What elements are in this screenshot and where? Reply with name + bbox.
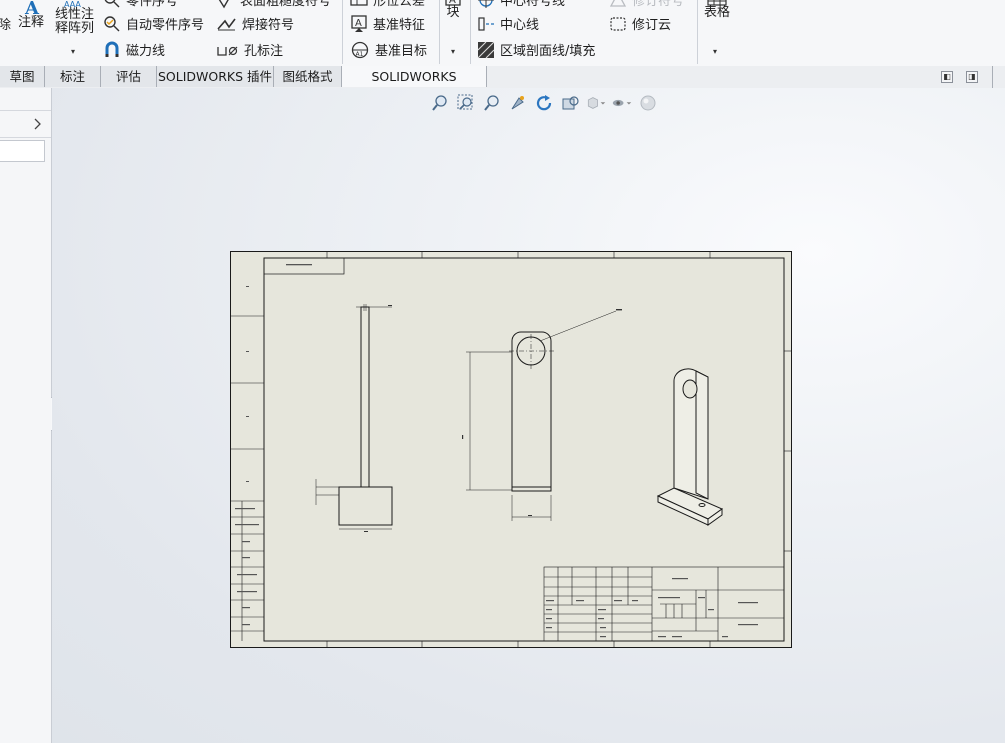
balloon-label: 零件序号	[126, 0, 179, 9]
view-orientation-icon[interactable]	[560, 93, 580, 113]
tables-button[interactable]: 表格	[704, 0, 730, 20]
appearance-icon[interactable]	[638, 93, 658, 113]
linear-pattern-dropdown[interactable]: ▾	[71, 47, 75, 56]
tab-solidworks-addins[interactable]: SOLIDWORKS 插件	[157, 66, 274, 87]
rotate-icon[interactable]	[534, 93, 554, 113]
svg-text:A1: A1	[356, 51, 364, 58]
magnetic-line-label: 磁力线	[126, 44, 166, 59]
block-dropdown[interactable]: ▾	[451, 47, 455, 56]
centerline-icon	[478, 16, 494, 31]
panel-expand-row[interactable]	[0, 111, 51, 138]
tables-label: 表格	[704, 5, 731, 20]
select-icon[interactable]	[508, 93, 528, 113]
hole-callout-icon	[217, 46, 238, 56]
zoom-to-fit-icon[interactable]	[430, 93, 450, 113]
balloon-button[interactable]: 零件序号	[103, 0, 178, 9]
linear-pattern-label-1: 线性注	[55, 7, 95, 22]
tab-sketch[interactable]: 草图	[0, 66, 45, 87]
auto-balloon-label: 自动零件序号	[126, 18, 205, 33]
tile-right-icon[interactable]: ◨	[966, 71, 978, 83]
balloon-icon	[104, 0, 120, 7]
weld-symbol-icon	[217, 18, 236, 30]
geometric-tolerance-button[interactable]: 形位公差	[350, 0, 425, 9]
partial-left-label: 除	[0, 14, 11, 33]
ribbon-partial-item[interactable]: 除	[0, 14, 11, 33]
chevron-right-icon[interactable]	[34, 118, 42, 130]
centerline-label: 中心线	[500, 18, 540, 33]
center-mark-label: 中心符号线	[500, 0, 566, 9]
svg-text:A: A	[355, 18, 362, 29]
magnetic-line-button[interactable]: 磁力线	[103, 40, 165, 59]
area-hatch-button[interactable]: 区域剖面线/填充	[477, 40, 595, 59]
display-style-icon[interactable]	[586, 93, 606, 113]
feature-manager-panel	[0, 88, 52, 743]
tab-solidworks-inspection[interactable]: SOLIDWORKS Inspection	[342, 66, 487, 105]
datum-target-button[interactable]: A1 基准目标	[350, 40, 427, 59]
geometric-tolerance-icon	[350, 0, 368, 6]
surface-finish-icon	[219, 0, 229, 8]
revision-symbol-icon	[609, 0, 627, 7]
panel-filter-field[interactable]	[0, 140, 45, 162]
panel-tab-row[interactable]	[0, 88, 51, 111]
revision-cloud-button[interactable]: 修订云	[609, 14, 671, 33]
revision-symbol-button[interactable]: 修订符号	[609, 0, 684, 9]
auto-balloon-button[interactable]: 自动零件序号	[103, 14, 204, 33]
datum-feature-button[interactable]: A 基准特征	[350, 14, 425, 33]
hole-callout-label: 孔标注	[244, 44, 284, 59]
linear-note-pattern-button[interactable]: AAA 线性注 释阵列	[55, 0, 94, 36]
drawing-sheet[interactable]	[230, 251, 792, 648]
tab-evaluate[interactable]: 评估	[101, 66, 157, 87]
tab-sheet-format[interactable]: 图纸格式	[274, 66, 342, 87]
revision-symbol-label: 修订符号	[632, 0, 685, 9]
hide-show-icon[interactable]	[612, 93, 632, 113]
surface-finish-button[interactable]: 表面粗糙度符号	[217, 0, 331, 9]
tab-annotation[interactable]: 标注	[45, 66, 101, 87]
surface-finish-label: 表面粗糙度符号	[240, 0, 332, 9]
zoom-in-out-icon[interactable]	[482, 93, 502, 113]
block-label: 块	[446, 5, 460, 20]
linear-pattern-label-2: 释阵列	[55, 21, 95, 36]
center-mark-icon	[479, 0, 493, 8]
note-label: 注释	[18, 15, 45, 30]
svg-text:A: A	[24, 0, 40, 16]
center-mark-button[interactable]: 中心符号线	[477, 0, 565, 9]
heads-up-view-toolbar	[430, 92, 658, 114]
command-manager-ribbon: 除 A 注释 AAA 线性注 释阵列 ▾ 零件序号 自动零件序号 磁力线 表面粗…	[0, 0, 1005, 67]
tables-dropdown[interactable]: ▾	[713, 47, 717, 56]
block-button[interactable]: A 块	[444, 0, 462, 20]
centerline-button[interactable]: 中心线	[477, 14, 539, 33]
command-tab-bar: 草图 标注 评估 SOLIDWORKS 插件 图纸格式 SOLIDWORKS I…	[0, 66, 1005, 105]
zoom-to-area-icon[interactable]	[456, 93, 476, 113]
weld-symbol-label: 焊接符号	[242, 18, 295, 33]
note-button[interactable]: A 注释	[18, 0, 44, 30]
datum-target-icon: A1	[351, 41, 369, 58]
tile-left-icon[interactable]: ◧	[941, 71, 953, 83]
datum-target-label: 基准目标	[375, 44, 428, 59]
area-hatch-label: 区域剖面线/填充	[500, 44, 596, 59]
weld-symbol-button[interactable]: 焊接符号	[217, 14, 294, 33]
hole-callout-button[interactable]: 孔标注	[217, 40, 283, 59]
revision-cloud-label: 修订云	[632, 18, 672, 33]
auto-balloon-icon	[104, 15, 120, 31]
datum-feature-icon: A	[351, 14, 367, 32]
revision-cloud-icon	[610, 16, 626, 31]
geometric-tolerance-label: 形位公差	[373, 0, 426, 9]
datum-feature-label: 基准特征	[373, 18, 426, 33]
note-icon: A	[24, 0, 40, 16]
magnet-icon	[105, 41, 119, 57]
area-hatch-icon	[477, 41, 495, 58]
